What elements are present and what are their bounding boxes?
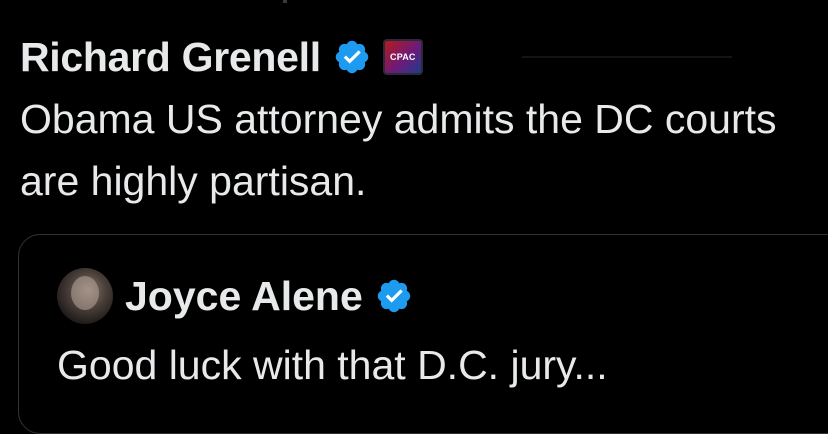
top-edge-artifact: [283, 0, 287, 3]
quoted-author-name[interactable]: Joyce Alene: [125, 273, 363, 320]
verified-badge-icon[interactable]: [375, 277, 413, 315]
verified-badge-icon[interactable]: [333, 38, 371, 76]
quoted-tweet-card[interactable]: Joyce Alene Good luck with that D.C. jur…: [18, 234, 828, 434]
tweet-text: Obama US attorney admits the DC courts a…: [20, 96, 777, 204]
avatar[interactable]: [57, 268, 113, 324]
quoted-tweet-header: Joyce Alene: [57, 268, 413, 324]
author-name[interactable]: Richard Grenell: [20, 34, 321, 81]
quoted-tweet-text: Good luck with that D.C. jury...: [57, 342, 608, 388]
affiliation-badge[interactable]: CPAC: [382, 39, 423, 75]
affiliation-badge-label: CPAC: [390, 52, 416, 62]
redacted-handle: [522, 56, 732, 58]
tweet-header: Richard Grenell CPAC: [20, 32, 423, 82]
